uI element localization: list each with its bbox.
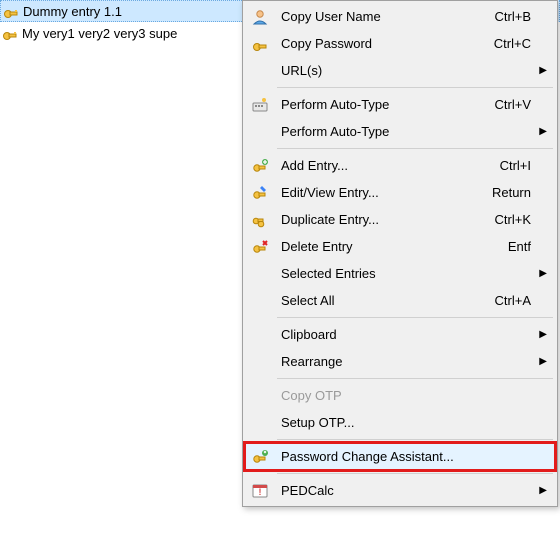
chevron-right-icon: ▶ — [539, 65, 547, 76]
key-edit-icon — [245, 179, 275, 206]
menu-label: Perform Auto-Type — [275, 97, 495, 112]
menu-urls[interactable]: URL(s) ▶ — [245, 57, 555, 84]
menu-label: URL(s) — [275, 63, 555, 78]
menu-select-all[interactable]: Select All Ctrl+A — [245, 287, 555, 314]
key-assistant-icon — [245, 443, 275, 470]
menu-label: Password Change Assistant... — [275, 449, 555, 464]
menu-label: Clipboard — [275, 327, 555, 342]
menu-label: Selected Entries — [275, 266, 555, 281]
menu-pedcalc[interactable]: ! PEDCalc ▶ — [245, 477, 555, 504]
menu-separator — [277, 473, 553, 474]
key-add-icon — [245, 152, 275, 179]
chevron-right-icon: ▶ — [539, 329, 547, 340]
menu-label: Copy Password — [275, 36, 494, 51]
chevron-right-icon: ▶ — [539, 268, 547, 279]
entry-label: My very1 very2 very3 supe — [22, 26, 177, 41]
menu-label: Perform Auto-Type — [275, 124, 555, 139]
autotype-icon — [245, 91, 275, 118]
menu-label: Copy User Name — [275, 9, 495, 24]
menu-label: Rearrange — [275, 354, 555, 369]
chevron-right-icon: ▶ — [539, 126, 547, 137]
menu-clipboard[interactable]: Clipboard ▶ — [245, 321, 555, 348]
menu-shortcut: Ctrl+C — [494, 36, 555, 51]
menu-separator — [277, 317, 553, 318]
menu-shortcut: Ctrl+B — [495, 9, 555, 24]
blank-icon — [245, 287, 275, 314]
menu-shortcut: Return — [492, 185, 555, 200]
key-small-icon — [245, 30, 275, 57]
menu-shortcut: Ctrl+A — [495, 293, 555, 308]
menu-shortcut: Ctrl+I — [500, 158, 555, 173]
menu-password-change-assistant[interactable]: Password Change Assistant... — [245, 443, 555, 470]
menu-label: Duplicate Entry... — [275, 212, 495, 227]
menu-perform-auto-type-sub[interactable]: Perform Auto-Type ▶ — [245, 118, 555, 145]
blank-icon — [245, 321, 275, 348]
menu-shortcut: Entf — [508, 239, 555, 254]
menu-label: Copy OTP — [275, 388, 555, 403]
blank-icon — [245, 118, 275, 145]
menu-label: Edit/View Entry... — [275, 185, 492, 200]
blank-icon — [245, 57, 275, 84]
blank-icon — [245, 260, 275, 287]
blank-icon — [245, 348, 275, 375]
menu-rearrange[interactable]: Rearrange ▶ — [245, 348, 555, 375]
menu-separator — [277, 439, 553, 440]
context-menu: Copy User Name Ctrl+B Copy Password Ctrl… — [242, 0, 558, 507]
menu-shortcut: Ctrl+V — [495, 97, 555, 112]
menu-selected-entries[interactable]: Selected Entries ▶ — [245, 260, 555, 287]
key-delete-icon — [245, 233, 275, 260]
key-icon — [3, 3, 19, 19]
menu-copy-user-name[interactable]: Copy User Name Ctrl+B — [245, 3, 555, 30]
key-duplicate-icon — [245, 206, 275, 233]
menu-add-entry[interactable]: Add Entry... Ctrl+I — [245, 152, 555, 179]
menu-perform-auto-type[interactable]: Perform Auto-Type Ctrl+V — [245, 91, 555, 118]
menu-label: Add Entry... — [275, 158, 500, 173]
chevron-right-icon: ▶ — [539, 356, 547, 367]
calendar-icon: ! — [245, 477, 275, 504]
menu-edit-view-entry[interactable]: Edit/View Entry... Return — [245, 179, 555, 206]
key-icon — [2, 25, 18, 41]
menu-separator — [277, 378, 553, 379]
menu-label: PEDCalc — [275, 483, 555, 498]
menu-copy-otp: Copy OTP — [245, 382, 555, 409]
user-icon — [245, 3, 275, 30]
menu-duplicate-entry[interactable]: Duplicate Entry... Ctrl+K — [245, 206, 555, 233]
menu-shortcut: Ctrl+K — [495, 212, 555, 227]
menu-separator — [277, 87, 553, 88]
chevron-right-icon: ▶ — [539, 485, 547, 496]
menu-setup-otp[interactable]: Setup OTP... — [245, 409, 555, 436]
menu-label: Select All — [275, 293, 495, 308]
entry-label: Dummy entry 1.1 — [23, 4, 122, 19]
svg-text:!: ! — [259, 487, 262, 497]
blank-icon — [245, 382, 275, 409]
menu-label: Setup OTP... — [275, 415, 555, 430]
menu-separator — [277, 148, 553, 149]
menu-delete-entry[interactable]: Delete Entry Entf — [245, 233, 555, 260]
menu-copy-password[interactable]: Copy Password Ctrl+C — [245, 30, 555, 57]
menu-label: Delete Entry — [275, 239, 508, 254]
blank-icon — [245, 409, 275, 436]
